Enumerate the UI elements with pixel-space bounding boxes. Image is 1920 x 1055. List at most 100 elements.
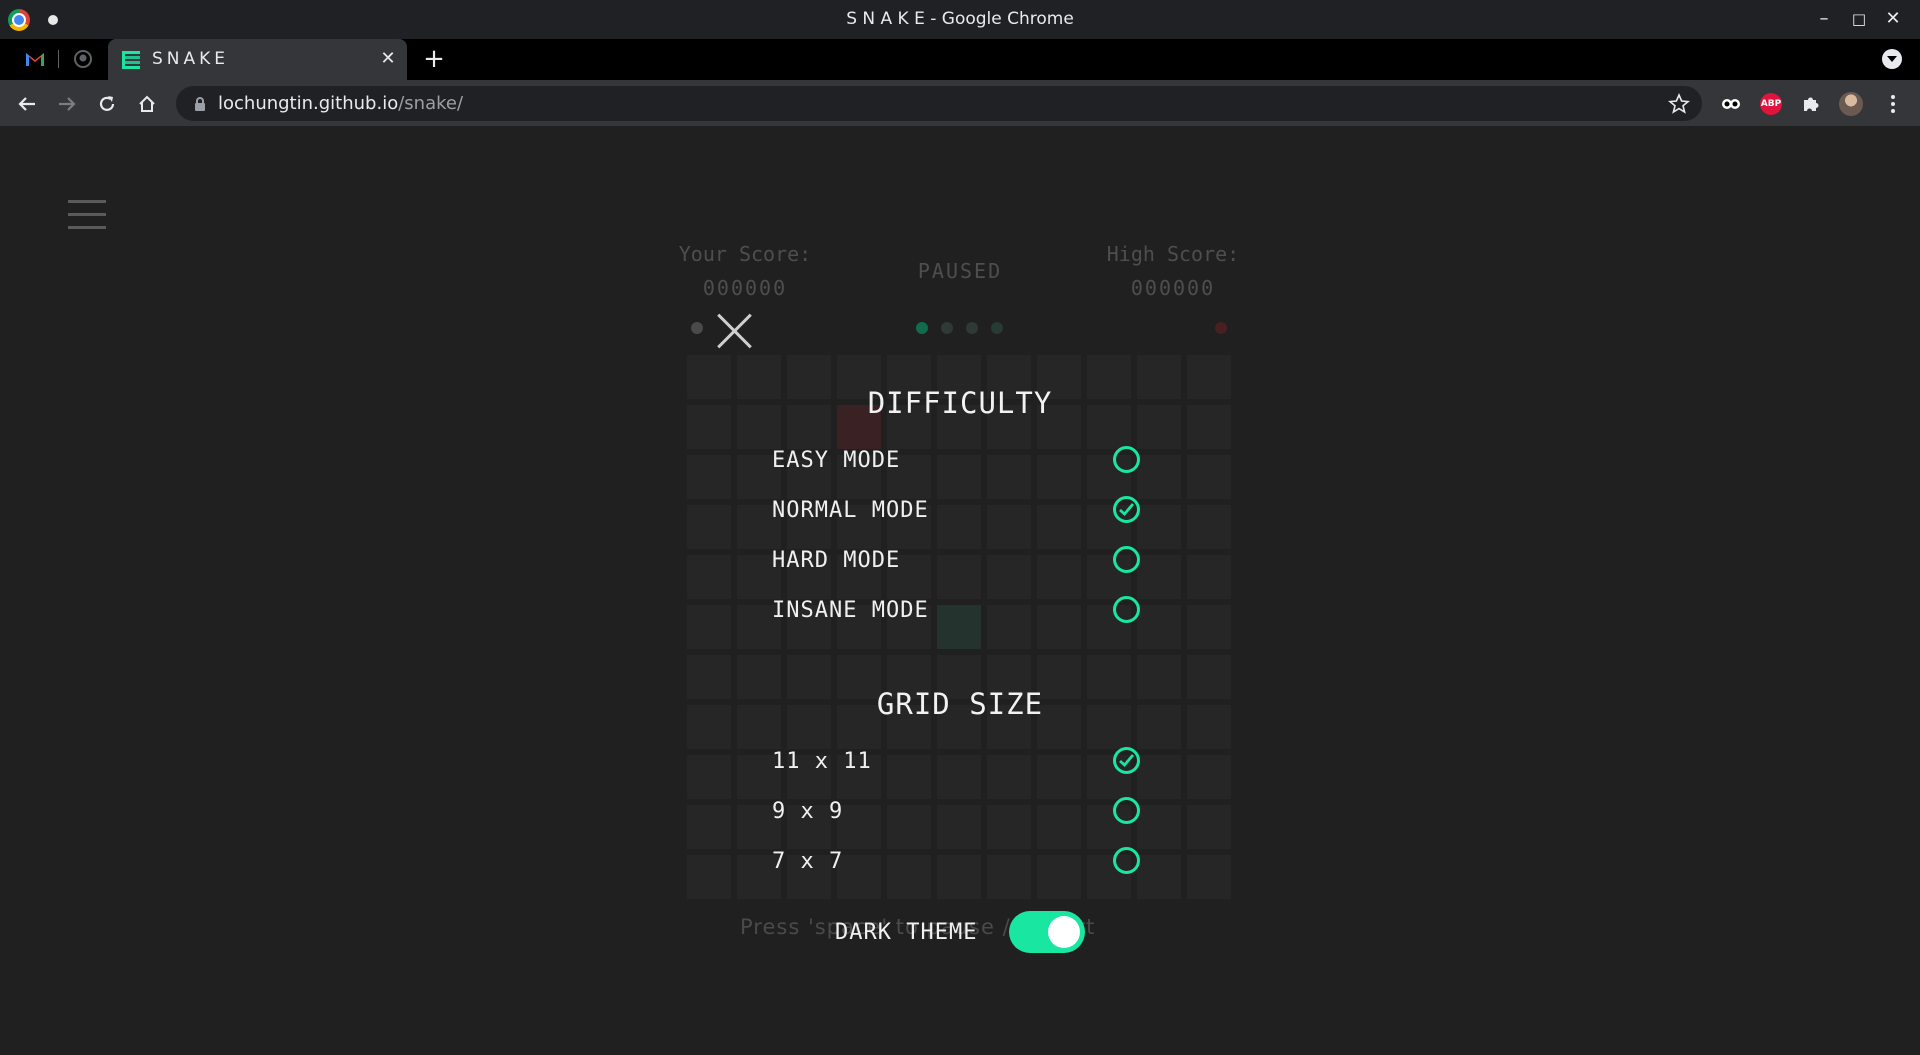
grid-cell [1187, 505, 1231, 549]
game-status: PAUSED [917, 259, 1003, 283]
grid-cell [987, 855, 1031, 899]
grid-cell [937, 805, 981, 849]
reload-button[interactable] [94, 91, 120, 117]
grid-cell [987, 605, 1031, 649]
high-score-value: 000000 [1130, 276, 1216, 300]
grid-cell [1187, 555, 1231, 599]
grid-cell [687, 455, 731, 499]
difficulty-option-label[interactable]: INSANE MODE [772, 598, 929, 623]
forward-button[interactable] [54, 91, 80, 117]
grid-cell [937, 505, 981, 549]
chrome-menu-button[interactable] [1880, 91, 1906, 117]
more-vert-icon [1891, 95, 1895, 113]
grid-cell [1187, 855, 1231, 899]
pinned-tab-github[interactable] [72, 48, 94, 70]
minimize-button[interactable]: – [1811, 6, 1837, 32]
tab-search-icon[interactable] [1882, 49, 1902, 69]
grid-cell [987, 455, 1031, 499]
grid-cell [1137, 805, 1181, 849]
grid-cell [1037, 605, 1081, 649]
dark-theme-label: DARK THEME [835, 920, 978, 945]
profile-button[interactable] [1838, 91, 1864, 117]
grid-size-radio[interactable] [1113, 797, 1140, 824]
grid-size-radio[interactable] [1113, 747, 1140, 774]
difficulty-option-label[interactable]: EASY MODE [772, 448, 900, 473]
grid-cell [1037, 505, 1081, 549]
close-settings-button[interactable] [714, 310, 756, 352]
url-text[interactable]: lochungtin.github.io/snake/ [218, 93, 463, 114]
pinned-tab-gmail[interactable] [24, 48, 46, 70]
grid-cell [887, 855, 931, 899]
grid-cell [1137, 855, 1181, 899]
grid-cell [687, 605, 731, 649]
life-dot [1215, 322, 1227, 334]
grid-size-title: GRID SIZE [876, 687, 1044, 721]
avatar [1839, 92, 1863, 116]
difficulty-option-label[interactable]: NORMAL MODE [772, 498, 929, 523]
window-titlebar: S N A K E - Google Chrome – □ ✕ [0, 0, 1920, 39]
difficulty-radio[interactable] [1113, 446, 1140, 473]
grid-size-option-label[interactable]: 7 x 7 [772, 849, 843, 874]
new-tab-button[interactable]: + [420, 45, 448, 73]
grid-cell [1137, 555, 1181, 599]
grid-cell [687, 555, 731, 599]
grid-cell [687, 855, 731, 899]
reload-icon [99, 96, 115, 111]
tab-separator [58, 50, 59, 68]
home-button[interactable] [134, 91, 160, 117]
grid-cell [1137, 505, 1181, 549]
grid-cell [937, 455, 981, 499]
grid-size-option-label[interactable]: 9 x 9 [772, 799, 843, 824]
grid-cell [887, 755, 931, 799]
tab-snake[interactable]: SNAKE ✕ [108, 39, 407, 80]
bookmark-star-icon[interactable] [1668, 93, 1690, 115]
dark-theme-toggle[interactable] [1009, 911, 1085, 953]
grid-cell [1137, 455, 1181, 499]
grid-cell [937, 755, 981, 799]
close-window-button[interactable]: ✕ [1880, 6, 1906, 32]
difficulty-radio[interactable] [1113, 496, 1140, 523]
menu-indicator-dot [691, 322, 703, 334]
grid-cell [887, 805, 931, 849]
grid-size-radio[interactable] [1113, 847, 1140, 874]
grid-cell [987, 505, 1031, 549]
lock-icon[interactable] [192, 96, 208, 112]
arrow-left-icon [18, 97, 35, 111]
your-score-value: 000000 [702, 276, 788, 300]
progress-dot [966, 322, 978, 334]
grid-cell [1037, 855, 1081, 899]
grid-cell [937, 555, 981, 599]
grid-cell [1037, 555, 1081, 599]
checkmark-icon [1119, 754, 1135, 767]
extension-adblock-plus[interactable]: ABP [1758, 91, 1784, 117]
progress-dot [991, 322, 1003, 334]
address-bar[interactable]: lochungtin.github.io/snake/ [176, 86, 1702, 121]
grid-cell [837, 855, 881, 899]
extensions-button[interactable] [1798, 91, 1824, 117]
grid-size-option-label[interactable]: 11 x 11 [772, 749, 872, 774]
difficulty-radio[interactable] [1113, 546, 1140, 573]
extension-tampermonkey[interactable] [1718, 91, 1744, 117]
tab-title: SNAKE [152, 49, 230, 69]
difficulty-radio[interactable] [1113, 596, 1140, 623]
arrow-right-icon [59, 97, 76, 111]
difficulty-option-label[interactable]: HARD MODE [772, 548, 900, 573]
grid-cell [1187, 605, 1231, 649]
tab-close-button[interactable]: ✕ [377, 48, 399, 70]
snake-favicon-icon [122, 51, 140, 69]
menu-hamburger-icon[interactable] [68, 200, 108, 230]
abp-icon: ABP [1760, 93, 1782, 115]
window-title: S N A K E - Google Chrome [846, 9, 1074, 29]
grid-cell [1037, 455, 1081, 499]
grid-cell [687, 805, 731, 849]
progress-dot [916, 322, 928, 334]
maximize-button[interactable]: □ [1846, 6, 1872, 32]
gmail-icon [26, 53, 44, 66]
game-grid [687, 355, 1232, 900]
grid-cell [1187, 755, 1231, 799]
back-button[interactable] [14, 91, 40, 117]
eyes-extension-icon [1722, 99, 1740, 109]
url-path: /snake/ [398, 93, 464, 114]
difficulty-title: DIFFICULTY [867, 386, 1053, 420]
github-icon [74, 50, 92, 68]
